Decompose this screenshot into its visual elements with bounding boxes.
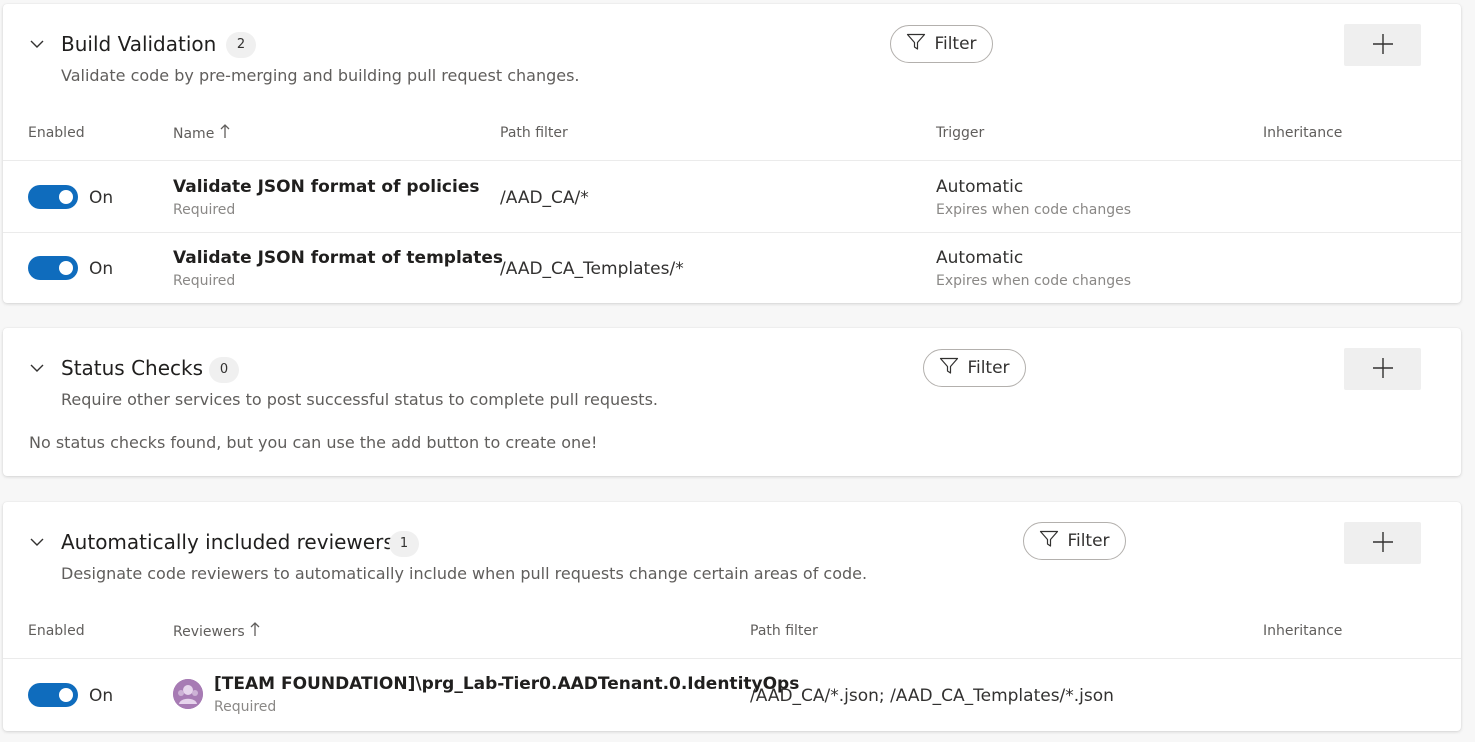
chevron-down-icon[interactable] — [29, 534, 45, 550]
enabled-toggle[interactable] — [28, 256, 78, 280]
section-description: Designate code reviewers to automaticall… — [61, 564, 868, 583]
filter-label: Filter — [967, 358, 1010, 378]
column-header-enabled: Enabled — [28, 623, 85, 639]
filter-button[interactable]: Filter — [923, 349, 1026, 387]
path-filter-value: /AAD_CA_Templates/* — [500, 259, 684, 279]
auto-reviewers-section: Automatically included reviewers 1 Desig… — [3, 502, 1461, 731]
policy-name[interactable]: Validate JSON format of templates — [173, 248, 503, 268]
divider — [3, 232, 1461, 233]
trigger-detail: Expires when code changes — [936, 202, 1132, 218]
filter-button[interactable]: Filter — [1023, 522, 1126, 560]
chevron-down-icon[interactable] — [29, 36, 45, 52]
add-button[interactable] — [1344, 522, 1421, 564]
funnel-icon — [906, 33, 926, 56]
arrow-up-icon — [219, 124, 231, 142]
column-header-inheritance: Inheritance — [1263, 623, 1343, 639]
column-header-inheritance: Inheritance — [1263, 125, 1343, 141]
enabled-toggle[interactable] — [28, 683, 78, 707]
column-header-name[interactable]: Name — [173, 123, 231, 142]
section-title: Build Validation — [61, 32, 217, 56]
group-avatar-icon — [173, 679, 203, 709]
toggle-label: On — [89, 259, 114, 279]
column-header-name-label: Name — [173, 126, 215, 142]
count-badge: 2 — [226, 32, 256, 58]
arrow-up-icon — [249, 622, 261, 640]
filter-label: Filter — [934, 34, 977, 54]
add-button[interactable] — [1344, 348, 1421, 390]
plus-icon — [1372, 357, 1394, 382]
empty-state-message: No status checks found, but you can use … — [29, 433, 598, 452]
plus-icon — [1372, 531, 1394, 556]
path-filter-value: /AAD_CA/* — [500, 188, 589, 208]
divider — [3, 658, 1461, 659]
build-validation-section: Build Validation 2 Validate code by pre-… — [3, 4, 1461, 303]
trigger-value: Automatic — [936, 177, 1024, 197]
section-description: Validate code by pre-merging and buildin… — [61, 66, 580, 85]
toggle-label: On — [89, 188, 114, 208]
section-title: Automatically included reviewers — [61, 530, 394, 554]
plus-icon — [1372, 33, 1394, 58]
requirement-label: Required — [173, 202, 236, 218]
column-header-trigger: Trigger — [936, 125, 985, 141]
trigger-detail: Expires when code changes — [936, 273, 1132, 289]
funnel-icon — [939, 357, 959, 380]
filter-label: Filter — [1067, 531, 1110, 551]
divider — [3, 160, 1461, 161]
status-checks-section: Status Checks 0 Require other services t… — [3, 328, 1461, 476]
column-header-enabled: Enabled — [28, 125, 85, 141]
count-badge: 0 — [209, 357, 239, 383]
enabled-toggle[interactable] — [28, 185, 78, 209]
section-description: Require other services to post successfu… — [61, 390, 658, 409]
count-badge: 1 — [389, 531, 419, 557]
column-header-path-filter: Path filter — [750, 623, 818, 639]
requirement-label: Required — [214, 699, 277, 715]
filter-button[interactable]: Filter — [890, 25, 993, 63]
requirement-label: Required — [173, 273, 236, 289]
column-header-reviewers[interactable]: Reviewers — [173, 621, 261, 640]
path-filter-value: /AAD_CA/*.json; /AAD_CA_Templates/*.json — [750, 686, 1114, 706]
chevron-down-icon[interactable] — [29, 360, 45, 376]
column-header-reviewers-label: Reviewers — [173, 624, 245, 640]
toggle-label: On — [89, 686, 114, 706]
trigger-value: Automatic — [936, 248, 1024, 268]
add-button[interactable] — [1344, 24, 1421, 66]
funnel-icon — [1039, 530, 1059, 553]
reviewer-name[interactable]: [TEAM FOUNDATION]\prg_Lab-Tier0.AADTenan… — [214, 674, 799, 694]
policy-name[interactable]: Validate JSON format of policies — [173, 177, 479, 197]
column-header-path-filter: Path filter — [500, 125, 568, 141]
section-title: Status Checks — [61, 356, 204, 380]
